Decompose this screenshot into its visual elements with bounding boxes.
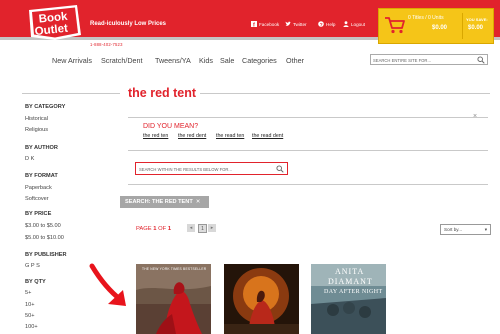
title-rule-right bbox=[200, 93, 490, 94]
nav-sale[interactable]: Sale bbox=[220, 56, 234, 65]
results-search[interactable] bbox=[135, 162, 288, 175]
help-link[interactable]: ? Help bbox=[318, 21, 335, 27]
facebook-label: Facebook bbox=[259, 21, 280, 27]
dym-rule-bottom bbox=[128, 150, 488, 151]
suggestion-link-3[interactable]: the read ten bbox=[216, 133, 244, 139]
page-prefix: PAGE bbox=[136, 226, 154, 232]
nav-scratch-dent[interactable]: Scratch/Dent bbox=[101, 56, 143, 65]
filter-item-qty-100[interactable]: 100+ bbox=[25, 324, 38, 330]
book-cover-3-author: DIAMANT bbox=[328, 277, 373, 286]
logo[interactable]: Book Outlet bbox=[27, 4, 83, 42]
facebook-link[interactable]: f Facebook bbox=[251, 21, 279, 27]
page-indicator: PAGE 1 OF 1 bbox=[136, 226, 171, 232]
facebook-icon: f bbox=[251, 21, 257, 27]
filter-item-historical[interactable]: Historical bbox=[25, 116, 48, 122]
you-save-label: YOU SAVE: bbox=[466, 17, 488, 22]
filter-item-religious[interactable]: Religious bbox=[25, 127, 48, 133]
did-you-mean-label: DID YOU MEAN? bbox=[143, 123, 199, 130]
filter-heading-category: BY CATEGORY bbox=[25, 104, 66, 110]
title-rule-left bbox=[22, 93, 120, 94]
twitter-label: Twitter bbox=[293, 21, 307, 27]
filter-item-publisher[interactable]: G P S bbox=[25, 263, 40, 269]
cart-icon bbox=[385, 17, 405, 34]
page-title: the red tent bbox=[128, 86, 197, 100]
chevron-down-icon: ▾ bbox=[484, 226, 487, 232]
cart-count: 0 Titles / 0 Units bbox=[408, 15, 444, 21]
nav-new-arrivals[interactable]: New Arrivals bbox=[52, 56, 92, 65]
next-page-button[interactable]: ▸ bbox=[208, 224, 216, 232]
book-cover-2[interactable] bbox=[224, 264, 299, 334]
filter-heading-price: BY PRICE bbox=[25, 211, 52, 217]
cart-divider bbox=[462, 13, 463, 39]
filter-item-paperback[interactable]: Paperback bbox=[25, 185, 52, 191]
nav-kids[interactable]: Kids bbox=[199, 56, 213, 65]
filter-item-qty-5[interactable]: 5+ bbox=[25, 290, 31, 296]
prev-page-button[interactable]: ◂ bbox=[187, 224, 195, 232]
search-chip-label: SEARCH: THE RED TENT bbox=[125, 199, 193, 205]
book-cover-1-text: THE NEW YORK TIMES BESTSELLER bbox=[142, 267, 207, 271]
dym-rule-top bbox=[128, 117, 488, 118]
site-search[interactable] bbox=[370, 54, 488, 65]
filter-item-softcover[interactable]: Softcover bbox=[25, 196, 49, 202]
current-page-box[interactable]: 1 bbox=[198, 224, 207, 233]
sort-select[interactable]: Sort by... ▾ bbox=[440, 224, 491, 235]
search-icon[interactable] bbox=[276, 165, 284, 173]
results-rule bbox=[128, 184, 488, 185]
suggestion-link-1[interactable]: the red ten bbox=[143, 133, 168, 139]
suggestion-link-4[interactable]: the read dent bbox=[252, 133, 283, 139]
svg-text:?: ? bbox=[320, 22, 323, 27]
twitter-icon bbox=[285, 21, 291, 26]
sort-selected: Sort by... bbox=[444, 227, 463, 232]
page-of: OF bbox=[156, 226, 168, 232]
book-cover-2-art bbox=[224, 264, 299, 334]
book-cover-1-art bbox=[136, 264, 211, 334]
results-search-input[interactable] bbox=[139, 165, 269, 173]
filter-item-price-3-5[interactable]: $3.00 to $5.00 bbox=[25, 223, 61, 229]
phone-number: 1-888-402-7523 bbox=[90, 42, 123, 47]
close-icon[interactable]: × bbox=[473, 113, 477, 120]
page-total-number: 1 bbox=[167, 226, 172, 232]
site-search-input[interactable] bbox=[373, 56, 473, 64]
filter-heading-author: BY AUTHOR bbox=[25, 145, 58, 151]
filter-heading-format: BY FORMAT bbox=[25, 173, 58, 179]
nav-other[interactable]: Other bbox=[286, 56, 304, 65]
logout-label: Logout bbox=[351, 21, 366, 27]
book-cover-1[interactable]: THE NEW YORK TIMES BESTSELLER bbox=[136, 264, 211, 334]
twitter-link[interactable]: Twitter bbox=[285, 21, 307, 27]
search-icon[interactable] bbox=[477, 56, 485, 64]
filter-heading-publisher: BY PUBLISHER bbox=[25, 252, 67, 258]
search-filter-chip[interactable]: SEARCH: THE RED TENT ✕ bbox=[120, 196, 209, 208]
cart-box[interactable]: 0 Titles / 0 Units $0.00 YOU SAVE: $0.00 bbox=[378, 8, 494, 44]
filter-heading-qty: BY QTY bbox=[25, 279, 46, 285]
arrow-annotation bbox=[89, 263, 126, 306]
cart-total: $0.00 bbox=[432, 25, 448, 31]
book-cover-3[interactable]: ANITA DIAMANT DAY AFTER NIGHT bbox=[311, 264, 386, 334]
book-cover-3-title: ANITA bbox=[335, 267, 365, 276]
tagline: Read-iculously Low Prices bbox=[90, 21, 167, 27]
remove-filter-icon[interactable]: ✕ bbox=[196, 199, 201, 205]
nav-categories[interactable]: Categories bbox=[242, 56, 277, 65]
nav-tweens-ya[interactable]: Tweens/YA bbox=[155, 56, 191, 65]
filter-item-author[interactable]: D K bbox=[25, 156, 34, 162]
filter-item-qty-50[interactable]: 50+ bbox=[25, 313, 35, 319]
help-icon: ? bbox=[318, 21, 324, 27]
you-save-value: $0.00 bbox=[468, 25, 484, 31]
help-label: Help bbox=[326, 21, 336, 27]
logout-link[interactable]: Logout bbox=[343, 21, 365, 27]
book-cover-3-subtitle: DAY AFTER NIGHT bbox=[324, 289, 383, 295]
filter-item-price-5-10[interactable]: $5.00 to $10.00 bbox=[25, 235, 64, 241]
logout-icon bbox=[343, 21, 349, 27]
svg-text:f: f bbox=[253, 22, 255, 27]
suggestion-link-2[interactable]: the red dent bbox=[178, 133, 206, 139]
filter-item-qty-10[interactable]: 10+ bbox=[25, 302, 35, 308]
